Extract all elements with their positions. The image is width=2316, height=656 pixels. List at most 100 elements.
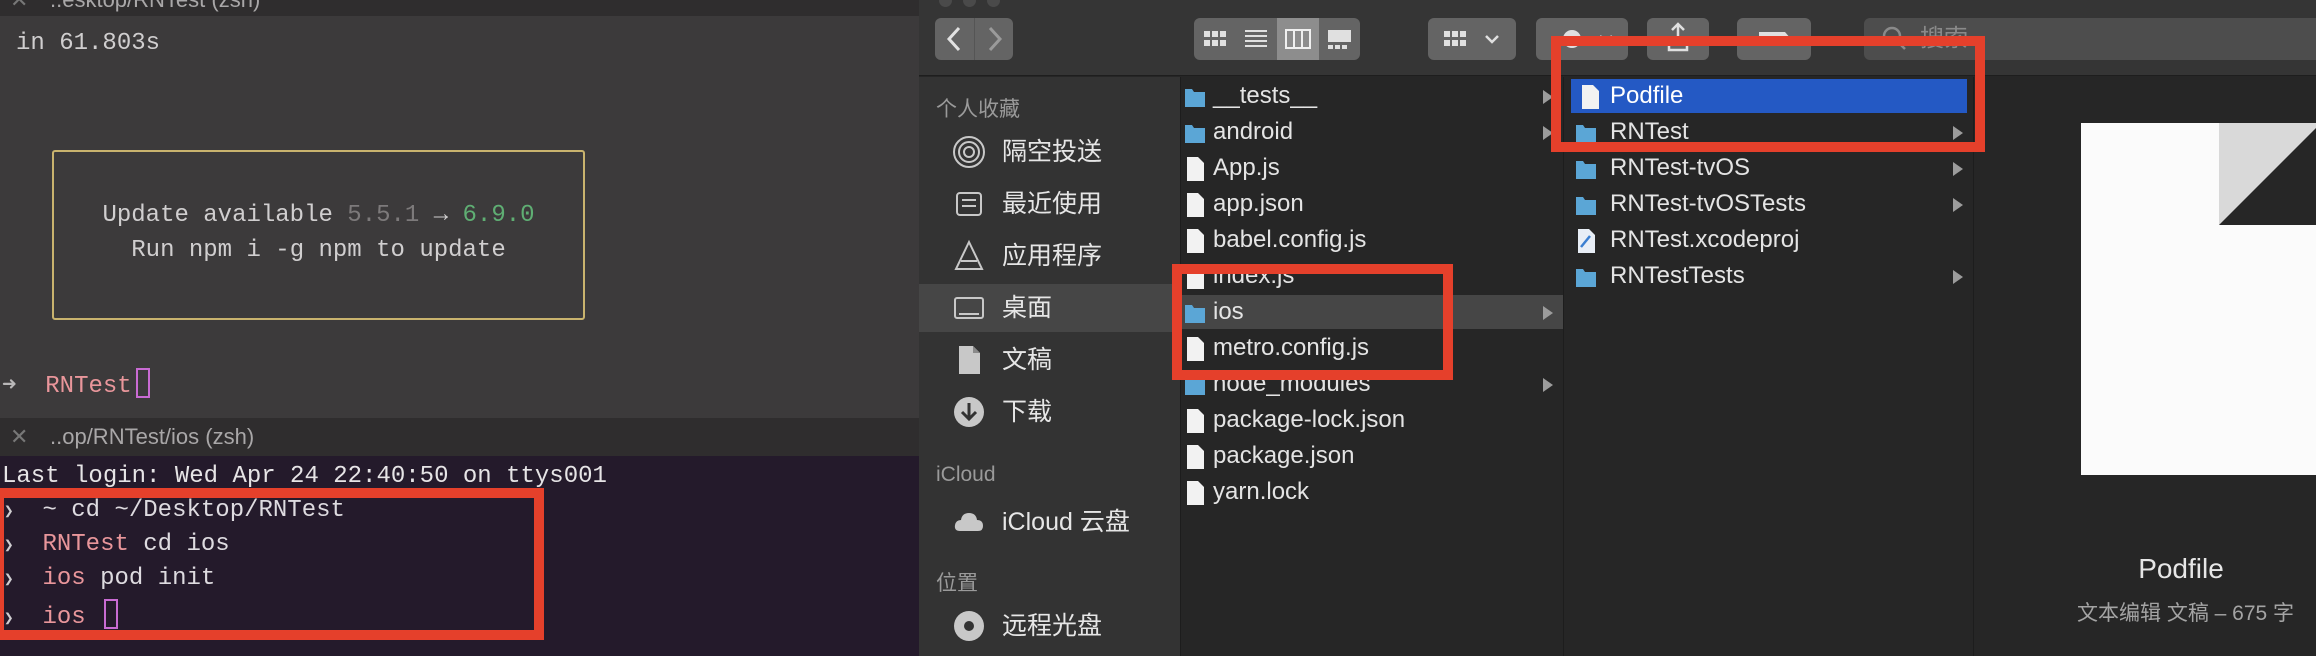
file-row[interactable]: RNTest-tvOS <box>1565 151 1973 185</box>
view-mode-control <box>1194 18 1360 60</box>
file-name: metro.config.js <box>1213 334 1370 361</box>
command-line[interactable]: ❯ ios <box>4 599 119 631</box>
action-button[interactable] <box>1536 18 1628 60</box>
file-row[interactable]: RNTest <box>1565 115 1973 149</box>
file-icon <box>1582 85 1599 109</box>
sidebar-item-recents[interactable]: 最近使用 <box>919 180 1180 228</box>
list-icon <box>1245 30 1267 47</box>
command-dir: ios <box>42 604 86 631</box>
sidebar-item-label: 下载 <box>1002 398 1053 426</box>
file-row[interactable]: __tests__ <box>1182 79 1563 113</box>
terminal-prompt[interactable]: ➜ RNTest <box>2 368 150 400</box>
folder-icon <box>1185 89 1205 107</box>
chevron-right-icon <box>1953 198 1963 212</box>
command-text: cd ios <box>143 531 230 558</box>
file-row[interactable]: yarn.lock <box>1182 475 1563 509</box>
close-icon[interactable]: ✕ <box>10 418 28 456</box>
file-row[interactable]: index.js <box>1182 259 1563 293</box>
file-icon <box>1187 157 1204 181</box>
sidebar-section-locations: 位置 <box>936 572 978 595</box>
column-view-button[interactable] <box>1277 18 1319 60</box>
old-version: 5.5.1 <box>347 202 420 229</box>
file-icon <box>1187 481 1204 505</box>
tags-button[interactable] <box>1737 18 1811 60</box>
chevron-right-icon <box>1543 126 1553 140</box>
share-icon <box>1667 22 1689 52</box>
documents-icon <box>959 346 980 374</box>
sidebar-item-remote-disc[interactable]: 远程光盘 <box>919 602 1180 650</box>
file-name: index.js <box>1213 262 1295 289</box>
sidebar-item-label: 应用程序 <box>1002 242 1103 270</box>
terminal-output-line: in 61.803s <box>16 30 161 57</box>
window-zoom-dot[interactable] <box>987 0 1000 7</box>
gallery-icon <box>1328 30 1351 49</box>
sidebar-item-desktop[interactable]: 桌面 <box>919 284 1180 332</box>
file-row[interactable]: App.js <box>1182 151 1563 185</box>
airdrop-icon <box>953 136 985 168</box>
folder-icon <box>1185 305 1205 323</box>
tag-icon <box>1759 32 1791 46</box>
command-line: ❯ ~ cd ~/Desktop/RNTest <box>4 497 345 524</box>
terminal-top-tab-title: ..esktop/RNTest (zsh) <box>50 0 260 14</box>
update-notice-line: Update available 5.5.1 → 6.9.0 <box>54 202 583 229</box>
file-row[interactable]: RNTest.xcodeproj <box>1565 223 1973 257</box>
sidebar-item-icloud-drive[interactable]: iCloud 云盘 <box>919 498 1180 546</box>
terminal-top-tab[interactable]: ✕ ..esktop/RNTest (zsh) <box>0 0 919 16</box>
chevron-right-icon <box>1953 126 1963 140</box>
file-row[interactable]: RNTestTests <box>1565 259 1973 293</box>
share-button[interactable] <box>1647 18 1709 60</box>
file-row[interactable]: RNTest-tvOSTests <box>1565 187 1973 221</box>
terminal-bottom-tab-title: ..op/RNTest/ios (zsh) <box>50 424 255 449</box>
chevron-right-icon <box>1543 306 1553 320</box>
folder-icon <box>1576 269 1596 287</box>
file-row[interactable]: app.json <box>1182 187 1563 221</box>
update-label: Update available <box>102 202 333 229</box>
caret-icon: ❯ <box>4 503 14 521</box>
file-row[interactable]: package-lock.json <box>1182 403 1563 437</box>
group-by-button[interactable] <box>1428 18 1516 60</box>
search-input[interactable]: 搜索 <box>1864 18 2316 60</box>
sidebar-item-documents[interactable]: 文稿 <box>919 336 1180 384</box>
file-row[interactable]: ios <box>1182 295 1563 329</box>
window-minimize-dot[interactable] <box>963 0 976 7</box>
file-name: RNTest-tvOS <box>1610 154 1751 181</box>
file-icon <box>1187 337 1204 361</box>
list-view-button[interactable] <box>1235 18 1277 60</box>
file-row[interactable]: Podfile <box>1571 79 1967 113</box>
close-icon[interactable]: ✕ <box>10 0 28 14</box>
search-icon <box>1882 26 1906 50</box>
group-icon <box>1444 31 1499 46</box>
file-icon <box>1187 265 1204 289</box>
file-name: yarn.lock <box>1213 478 1310 505</box>
file-row[interactable]: package.json <box>1182 439 1563 473</box>
folder-icon <box>1576 197 1596 215</box>
update-notice-box: Update available 5.5.1 → 6.9.0 Run npm i… <box>52 150 585 320</box>
file-name: package-lock.json <box>1213 406 1406 433</box>
terminal-bottom-tab[interactable]: ✕ ..op/RNTest/ios (zsh) <box>0 418 919 456</box>
nav-buttons <box>935 18 1013 60</box>
file-row[interactable]: metro.config.js <box>1182 331 1563 365</box>
preview-file-kind: 文本编辑 文稿 – 675 字 <box>2077 602 2295 625</box>
downloads-icon <box>954 397 984 427</box>
file-row[interactable]: node_modules <box>1182 367 1563 401</box>
sidebar-item-airdrop[interactable]: 隔空投送 <box>919 128 1180 176</box>
gallery-view-button[interactable] <box>1319 18 1360 60</box>
folder-icon <box>1576 161 1596 179</box>
file-name: RNTest.xcodeproj <box>1610 226 1800 253</box>
chevron-right-icon <box>1543 90 1553 104</box>
sidebar-item-downloads[interactable]: 下载 <box>919 388 1180 436</box>
file-icon <box>1187 409 1204 433</box>
sidebar-section-icloud: iCloud <box>936 463 996 486</box>
file-row[interactable]: android <box>1182 115 1563 149</box>
folder-icon <box>1576 125 1596 143</box>
chevron-right-icon <box>1953 270 1963 284</box>
file-name: ios <box>1213 298 1244 325</box>
back-button[interactable] <box>935 18 974 60</box>
finder-sidebar: 个人收藏 隔空投送 最近使用 应用程序 桌面 文稿 下载 iCloud iClo… <box>919 77 1181 656</box>
prompt-arrow-icon: ➜ <box>2 373 17 400</box>
file-row[interactable]: babel.config.js <box>1182 223 1563 257</box>
sidebar-item-applications[interactable]: 应用程序 <box>919 232 1180 280</box>
forward-button[interactable] <box>974 18 1013 60</box>
window-close-dot[interactable] <box>939 0 952 7</box>
icon-view-button[interactable] <box>1194 18 1235 60</box>
